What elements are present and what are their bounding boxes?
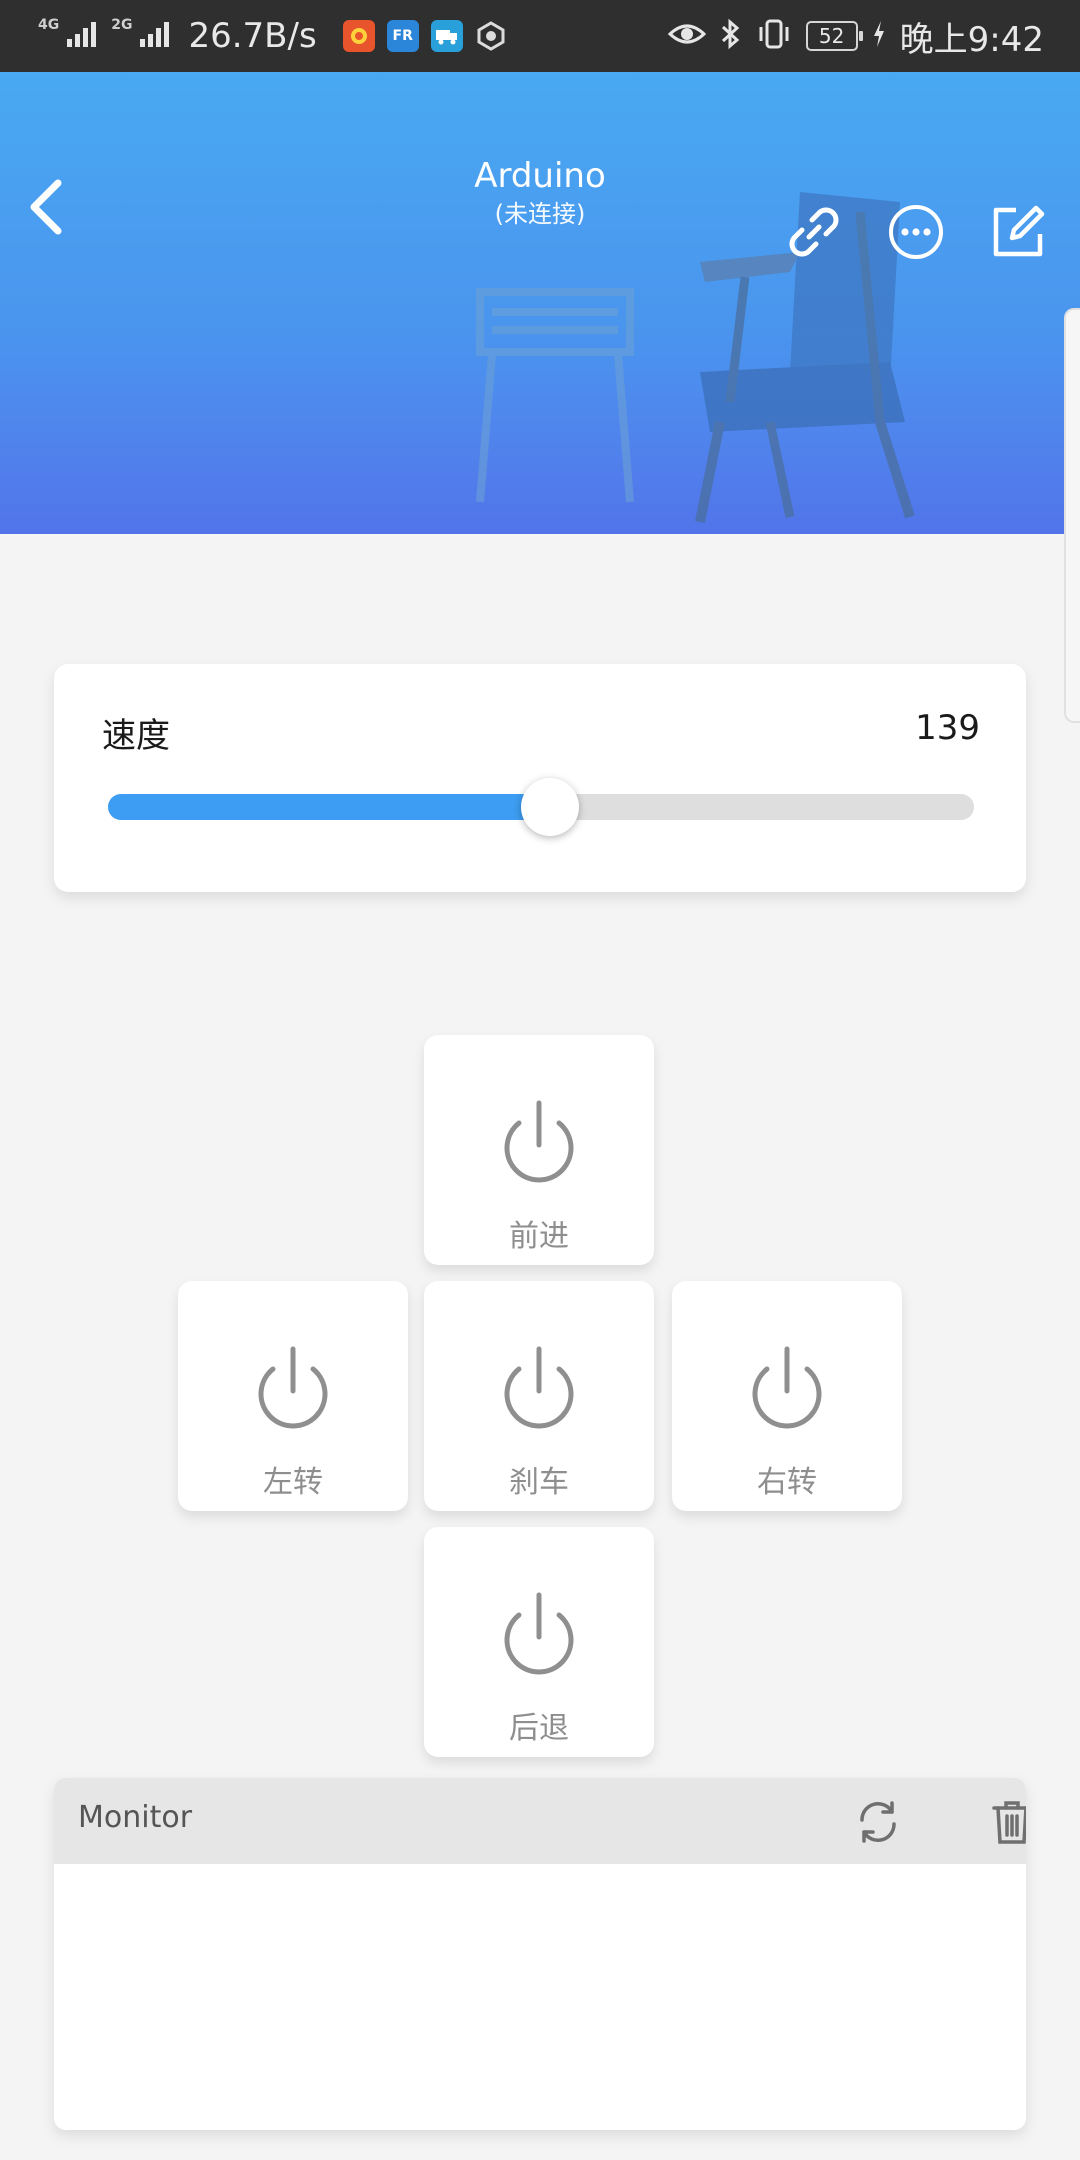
brake-button[interactable]: 刹车 [424, 1281, 654, 1511]
device-title: Arduino [474, 156, 606, 196]
clock: 晚上9:42 [899, 19, 1044, 60]
status-left: 4G 2G 26.7B/s FR [38, 0, 507, 72]
monitor-output [54, 1864, 1026, 2130]
battery-indicator: 52 [805, 21, 863, 51]
back-button[interactable] [14, 162, 78, 252]
network-speed: 26.7B/s [188, 16, 317, 56]
speed-slider-fill [108, 794, 550, 820]
link-icon [789, 207, 839, 257]
title-block: Arduino (未连接) [340, 154, 740, 230]
speed-slider-thumb[interactable] [520, 778, 579, 836]
link-button[interactable] [778, 196, 850, 268]
side-scroll-handle[interactable] [1064, 308, 1080, 723]
reverse-label: 后退 [509, 1711, 569, 1746]
more-options-icon [889, 205, 943, 259]
connection-status: (未连接) [494, 200, 586, 228]
speed-card: 速度 139 [54, 664, 1026, 892]
vibrate-icon [756, 18, 792, 54]
monitor-title: Monitor [78, 1800, 193, 1835]
turn-left-button[interactable]: 左转 [178, 1281, 408, 1511]
back-arrow-icon [30, 179, 62, 235]
bluetooth-icon [720, 18, 742, 54]
edit-icon [993, 205, 1045, 257]
forward-button[interactable]: 前进 [424, 1035, 654, 1265]
eye-icon [667, 20, 706, 52]
refresh-button[interactable] [848, 1792, 908, 1852]
speed-label: 速度 [102, 716, 170, 756]
power-icon [504, 1346, 574, 1429]
more-button[interactable] [880, 196, 952, 268]
power-icon [504, 1100, 574, 1183]
refresh-icon [860, 1801, 896, 1843]
network-type-2: 2G [111, 17, 133, 33]
brake-label: 刹车 [509, 1465, 569, 1500]
speed-value: 139 [915, 708, 980, 748]
monitor-panel: Monitor [54, 1778, 1026, 2130]
power-icon [752, 1346, 822, 1429]
reverse-button[interactable]: 后退 [424, 1527, 654, 1757]
power-icon [258, 1346, 328, 1429]
header-banner: Arduino (未连接) [0, 72, 1080, 534]
turn-right-button[interactable]: 右转 [672, 1281, 902, 1511]
speed-slider[interactable] [108, 778, 974, 836]
truck-app-icon [430, 20, 463, 52]
status-bar: 4G 2G 26.7B/s FR 52 晚上9:42 [0, 0, 1080, 72]
edit-button[interactable] [982, 196, 1054, 268]
signal-icon [138, 19, 172, 53]
battery-level: 52 [818, 24, 845, 48]
turn-right-label: 右转 [757, 1465, 817, 1500]
charging-icon [872, 20, 886, 52]
power-icon [504, 1592, 574, 1675]
network-type-1: 4G [38, 17, 60, 33]
monitor-header: Monitor [54, 1778, 1026, 1864]
trash-icon [992, 1801, 1026, 1844]
fr-app-icon: FR [386, 20, 419, 52]
turn-left-label: 左转 [263, 1465, 323, 1500]
chair-illustration [0, 192, 1080, 534]
delete-button[interactable] [982, 1792, 1026, 1852]
hand-app-icon [475, 20, 507, 52]
signal-icon [65, 19, 99, 53]
orange-app-icon [342, 20, 375, 52]
status-right: 52 晚上9:42 [667, 0, 1044, 72]
forward-label: 前进 [509, 1219, 569, 1254]
